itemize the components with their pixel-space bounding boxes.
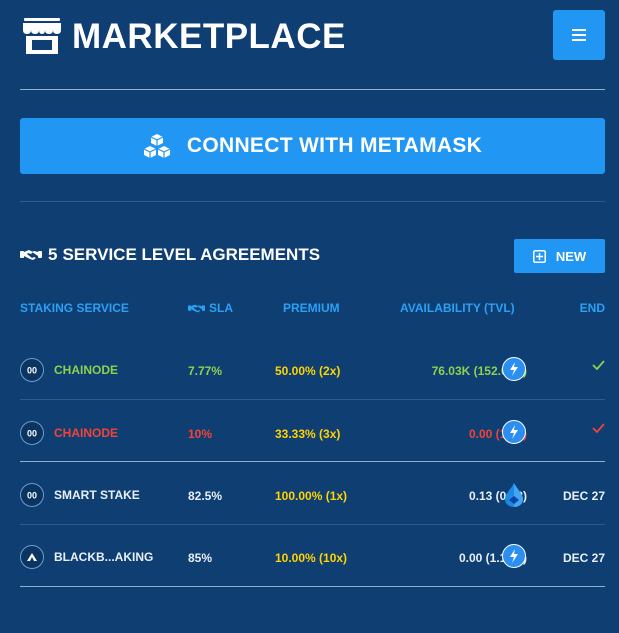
bolt-icon — [502, 420, 526, 444]
end-date: DEC 27 — [562, 551, 605, 565]
sla-value: 10% — [188, 427, 213, 441]
column-header-staking-service-label: STAKING SERVICE — [20, 301, 129, 315]
check-icon — [592, 360, 605, 371]
staking-service-icon: 00 — [20, 421, 44, 445]
end-date: DEC 27 — [562, 489, 605, 503]
premium-value: 10.00% (10x) — [275, 551, 348, 565]
table-bottom-divider — [20, 586, 605, 587]
service-cell: BLACKB...AKING — [20, 545, 153, 569]
handshake-icon — [188, 304, 205, 312]
marketplace-page: MARKETPLACE CONNECT WITH METAMASK 5 SERV… — [0, 0, 619, 633]
staking-service-icon: 00 — [20, 358, 44, 382]
column-header-staking-service[interactable]: STAKING SERVICE — [20, 301, 129, 315]
row-divider — [20, 524, 605, 525]
service-name: BLACKB...AKING — [54, 550, 154, 564]
handshake-icon — [20, 250, 42, 260]
row-divider — [20, 399, 605, 400]
table-row[interactable]: 00 SMART STAKE 82.5% 100.00% (1x) 0.13 (… — [20, 464, 605, 526]
page-title: MARKETPLACE — [72, 17, 346, 56]
column-header-sla[interactable]: SLA — [188, 301, 233, 315]
sla-title-text: SERVICE LEVEL AGREEMENTS — [62, 245, 321, 264]
svg-text:00: 00 — [27, 491, 37, 501]
service-cell: 00 SMART STAKE — [20, 483, 140, 507]
column-header-availability[interactable]: AVAILABILITY (TVL) — [400, 301, 515, 315]
premium-value: 100.00% (1x) — [275, 489, 348, 503]
sla-value: 85% — [188, 551, 213, 565]
svg-text:00: 00 — [27, 366, 37, 376]
svg-text:00: 00 — [27, 429, 37, 439]
end-cell — [592, 422, 605, 436]
menu-button[interactable] — [553, 10, 605, 60]
service-cell: 00 CHAINODE — [20, 421, 118, 445]
hamburger-menu-icon — [572, 29, 586, 41]
premium-value: 50.00% (2x) — [275, 364, 341, 378]
column-header-end-label: END — [579, 301, 605, 315]
service-name: CHAINODE — [54, 363, 119, 377]
sla-value: 82.5% — [188, 489, 223, 503]
availability-icon[interactable] — [502, 357, 526, 381]
connect-metamask-button[interactable]: CONNECT WITH METAMASK — [20, 118, 605, 174]
column-header-sla-label: SLA — [209, 301, 233, 315]
sla-section-title: 5 SERVICE LEVEL AGREEMENTS — [20, 245, 320, 265]
plus-square-icon — [532, 249, 546, 263]
availability-icon[interactable] — [502, 420, 526, 444]
availability-icon[interactable] — [502, 482, 526, 511]
header-divider — [20, 89, 605, 90]
connect-metamask-label: CONNECT WITH METAMASK — [186, 134, 483, 157]
table-row[interactable]: 00 CHAINODE 10% 33.33% (3x) 0.00 (1.33) — [20, 402, 605, 464]
column-header-end[interactable]: END — [580, 301, 605, 315]
staking-service-icon: 00 — [20, 483, 44, 507]
column-header-premium[interactable]: PREMIUM — [283, 301, 340, 315]
page-header: MARKETPLACE — [20, 10, 605, 60]
check-icon — [592, 423, 605, 434]
bolt-icon — [502, 357, 526, 381]
row-divider — [20, 461, 605, 462]
store-icon — [23, 18, 61, 54]
bolt-icon — [502, 544, 526, 568]
availability-icon[interactable] — [502, 544, 526, 568]
table-row[interactable]: BLACKB...AKING 85% 10.00% (10x) 0.00 (1.… — [20, 526, 605, 588]
column-header-premium-label: PREMIUM — [283, 301, 340, 315]
new-sla-label: NEW — [555, 248, 587, 264]
staking-service-icon — [20, 545, 44, 569]
new-sla-button[interactable]: NEW — [514, 239, 605, 273]
column-header-availability-label: AVAILABILITY (TVL) — [400, 301, 515, 315]
service-cell: 00 CHAINODE — [20, 358, 118, 382]
sla-count: 5 — [48, 245, 58, 264]
section-divider — [20, 201, 605, 202]
end-cell — [592, 359, 605, 373]
service-name: CHAINODE — [54, 426, 119, 440]
table-row[interactable]: 00 CHAINODE 7.77% 50.00% (2x) 76.03K (15… — [20, 339, 605, 401]
cubes-icon — [143, 134, 171, 158]
service-name: SMART STAKE — [54, 488, 140, 502]
droplet-icon — [505, 483, 523, 507]
premium-value: 33.33% (3x) — [275, 427, 341, 441]
sla-value: 7.77% — [188, 364, 223, 378]
